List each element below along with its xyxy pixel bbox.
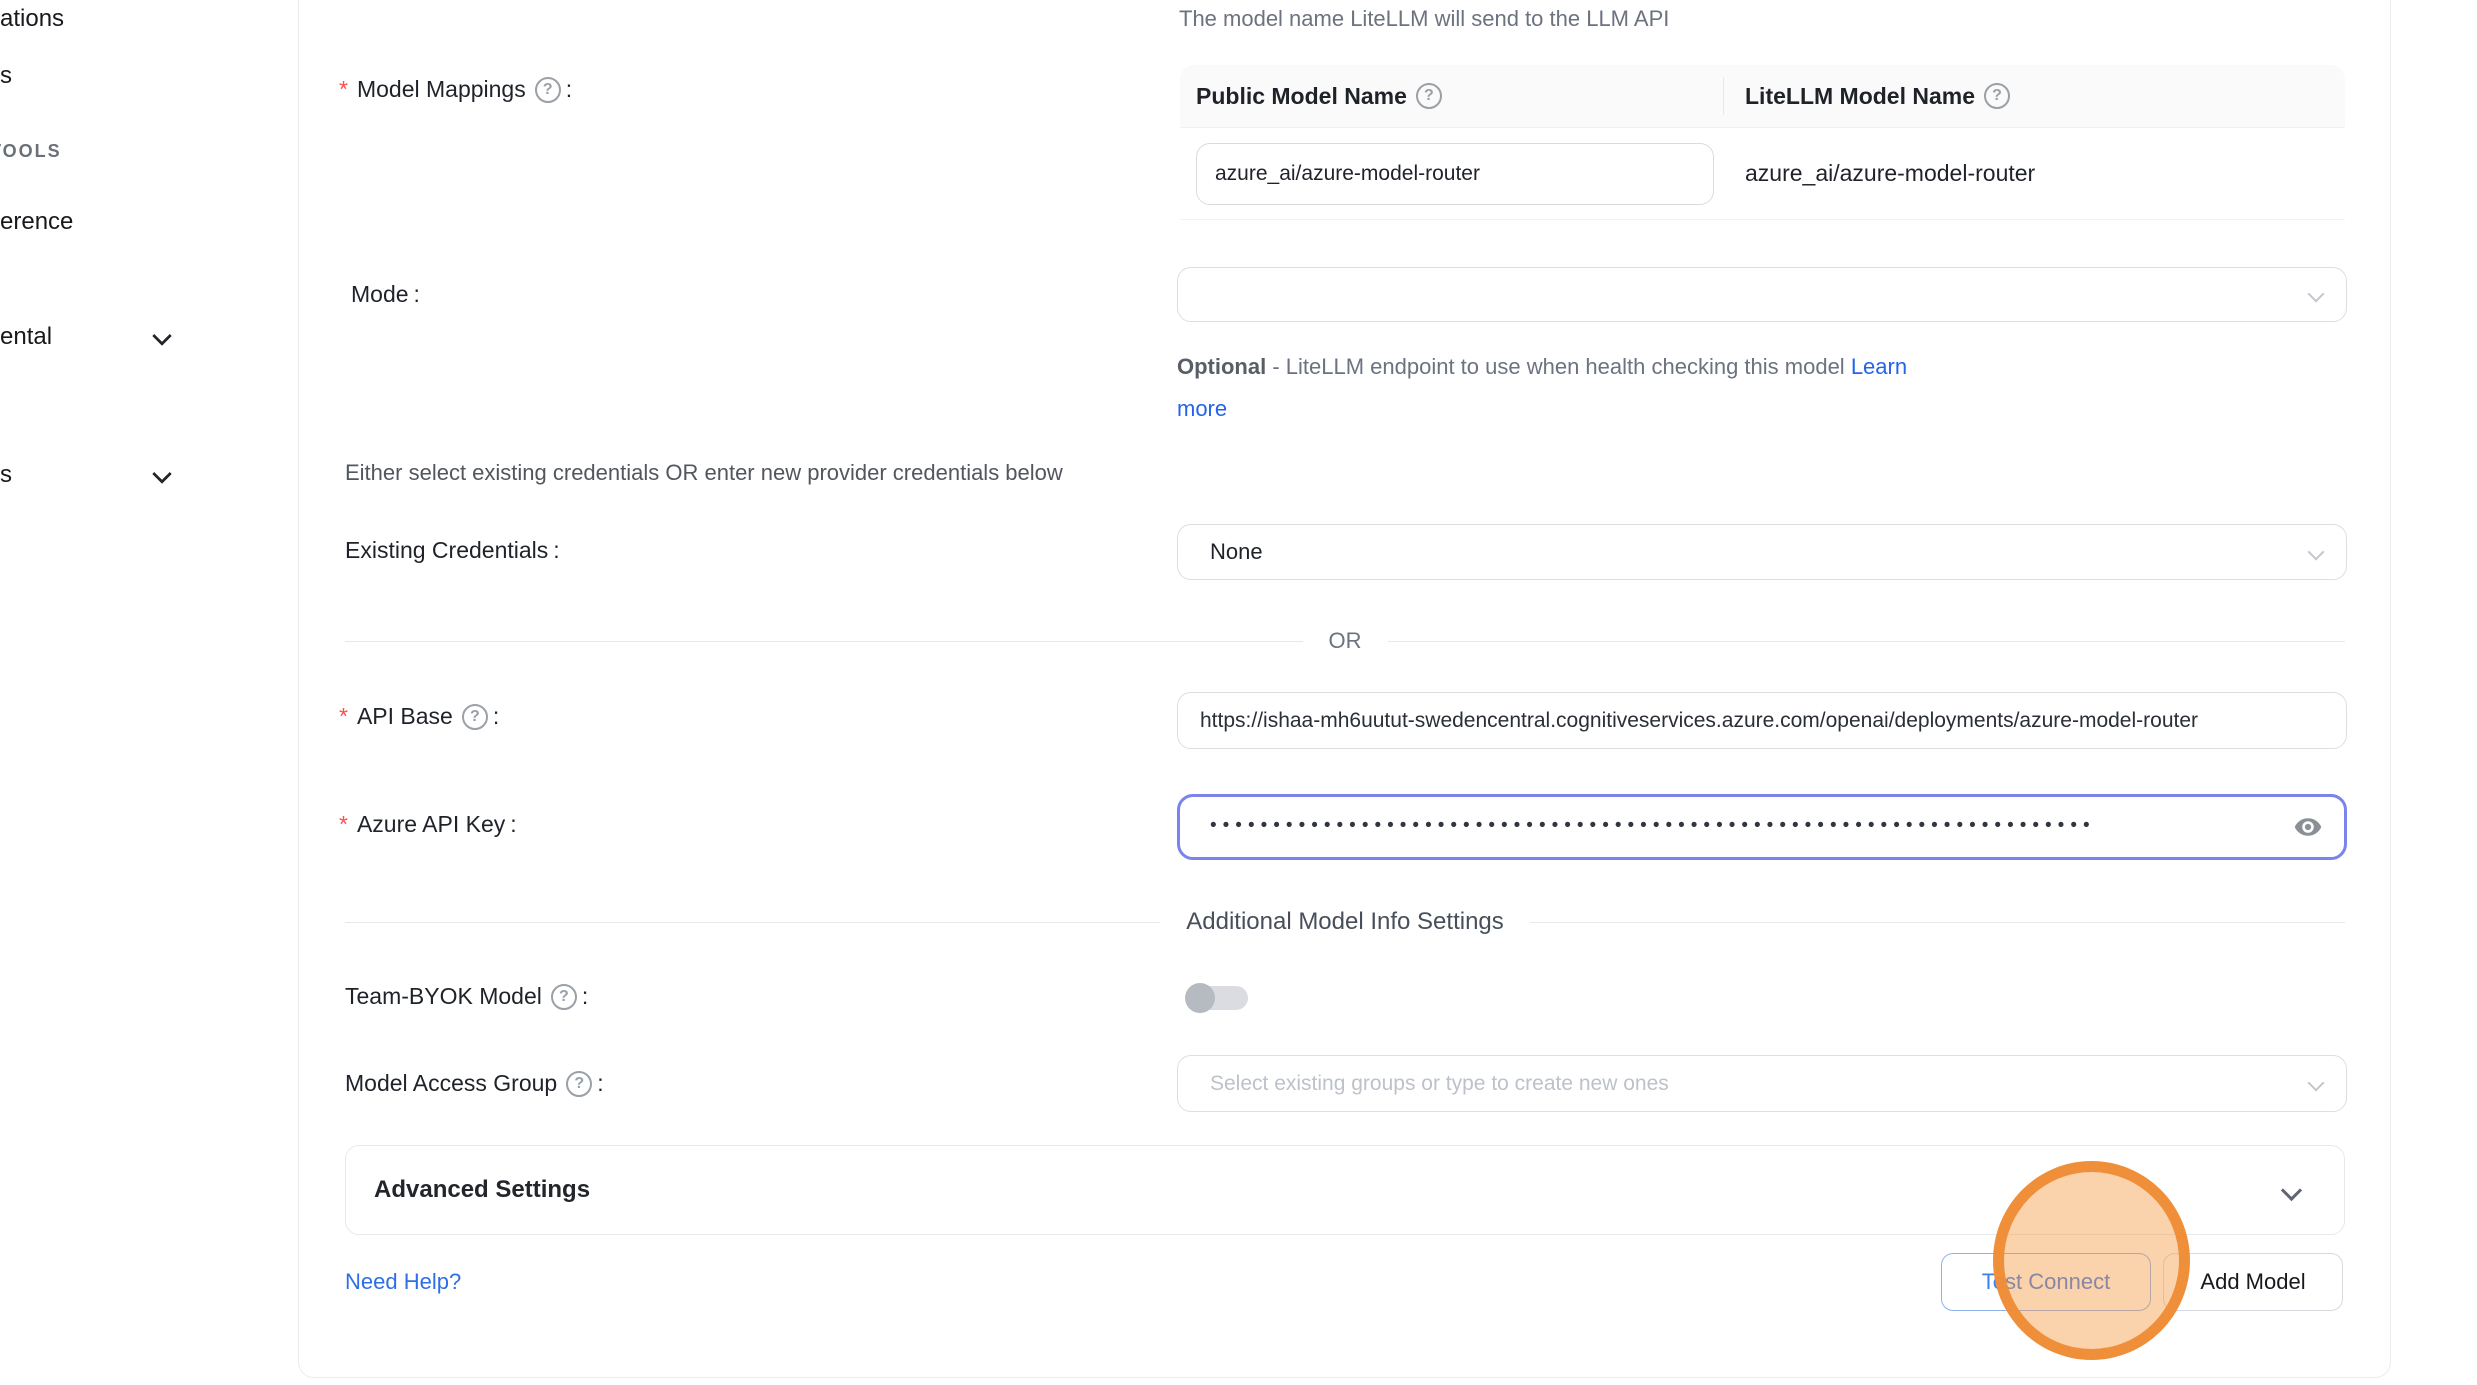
chevron-down-icon[interactable] (153, 327, 170, 344)
chevron-down-icon (2309, 545, 2324, 560)
team-byok-label: Team-BYOK Model ? : (345, 983, 588, 1010)
sidebar-item-settings[interactable]: s (0, 461, 12, 489)
public-model-name-input[interactable] (1196, 143, 1714, 205)
help-icon[interactable]: ? (551, 984, 577, 1010)
model-access-group-select[interactable]: Select existing groups or type to create… (1177, 1055, 2347, 1112)
advanced-settings-panel[interactable]: Advanced Settings (345, 1145, 2345, 1235)
required-mark: * (339, 76, 348, 103)
chevron-down-icon (2309, 287, 2324, 302)
credentials-note: Either select existing credentials OR en… (345, 460, 1063, 486)
azure-api-key-input[interactable]: ••••••••••••••••••••••••••••••••••••••••… (1177, 794, 2347, 860)
or-divider: OR (345, 628, 2345, 654)
chevron-down-icon[interactable] (153, 465, 170, 482)
litellm-model-name-header: LiteLLM Model Name ? (1724, 83, 2010, 110)
test-connect-button[interactable]: Test Connect (1941, 1253, 2151, 1311)
additional-settings-divider: Additional Model Info Settings (345, 908, 2345, 936)
add-model-form: The model name LiteLLM will send to the … (298, 0, 2391, 1385)
required-mark: * (339, 811, 348, 838)
chevron-down-icon (2309, 1076, 2324, 1091)
help-icon[interactable]: ? (1416, 83, 1442, 109)
sidebar-item[interactable]: s (0, 62, 12, 90)
required-mark: * (339, 703, 348, 730)
mode-hint: Optional - LiteLLM endpoint to use when … (1177, 346, 2362, 430)
api-base-input[interactable] (1177, 692, 2347, 749)
model-access-group-placeholder: Select existing groups or type to create… (1210, 1072, 1669, 1096)
model-mappings-table: Public Model Name ? LiteLLM Model Name ?… (1180, 65, 2345, 220)
learn-more-link[interactable]: more (1177, 396, 1227, 421)
existing-credentials-label: Existing Credentials: (345, 537, 560, 564)
sidebar-item-organizations[interactable]: ations (0, 5, 64, 33)
public-model-name-header: Public Model Name ? (1180, 77, 1724, 115)
add-model-button[interactable]: Add Model (2163, 1253, 2343, 1311)
sidebar-item-experimental[interactable]: ental (0, 323, 52, 351)
model-name-hint: The model name LiteLLM will send to the … (1179, 6, 1669, 32)
advanced-settings-title: Advanced Settings (374, 1176, 2282, 1204)
need-help-link[interactable]: Need Help? (345, 1269, 461, 1295)
or-label: OR (1303, 628, 1388, 654)
sidebar-section-tools: TOOLS (0, 141, 62, 162)
existing-credentials-select[interactable]: None (1177, 524, 2347, 580)
help-icon[interactable]: ? (1984, 83, 2010, 109)
mode-label: Mode: (351, 281, 420, 308)
azure-api-key-label: * Azure API Key : (339, 811, 517, 838)
table-header: Public Model Name ? LiteLLM Model Name ? (1180, 65, 2345, 128)
chevron-down-icon (2282, 1181, 2300, 1199)
help-icon[interactable]: ? (462, 704, 488, 730)
help-icon[interactable]: ? (535, 77, 561, 103)
additional-settings-title: Additional Model Info Settings (1160, 908, 1530, 936)
masked-password: ••••••••••••••••••••••••••••••••••••••••… (1210, 816, 2290, 835)
eye-icon[interactable] (2290, 812, 2326, 842)
sidebar: ations s TOOLS erence ental s (0, 0, 296, 1385)
help-icon[interactable]: ? (566, 1071, 592, 1097)
sidebar-item-inference[interactable]: erence (0, 208, 73, 236)
api-base-label: * API Base ? : (339, 703, 499, 730)
learn-more-link[interactable]: Learn (1851, 354, 1907, 379)
mode-select[interactable] (1177, 267, 2347, 322)
table-row: azure_ai/azure-model-router (1180, 128, 2345, 220)
model-mappings-label: * Model Mappings ? : (339, 76, 572, 103)
litellm-model-name-value: azure_ai/azure-model-router (1724, 160, 2035, 187)
existing-credentials-value: None (1210, 539, 1263, 565)
model-access-group-label: Model Access Group ? : (345, 1070, 604, 1097)
team-byok-toggle[interactable] (1185, 983, 1248, 1013)
